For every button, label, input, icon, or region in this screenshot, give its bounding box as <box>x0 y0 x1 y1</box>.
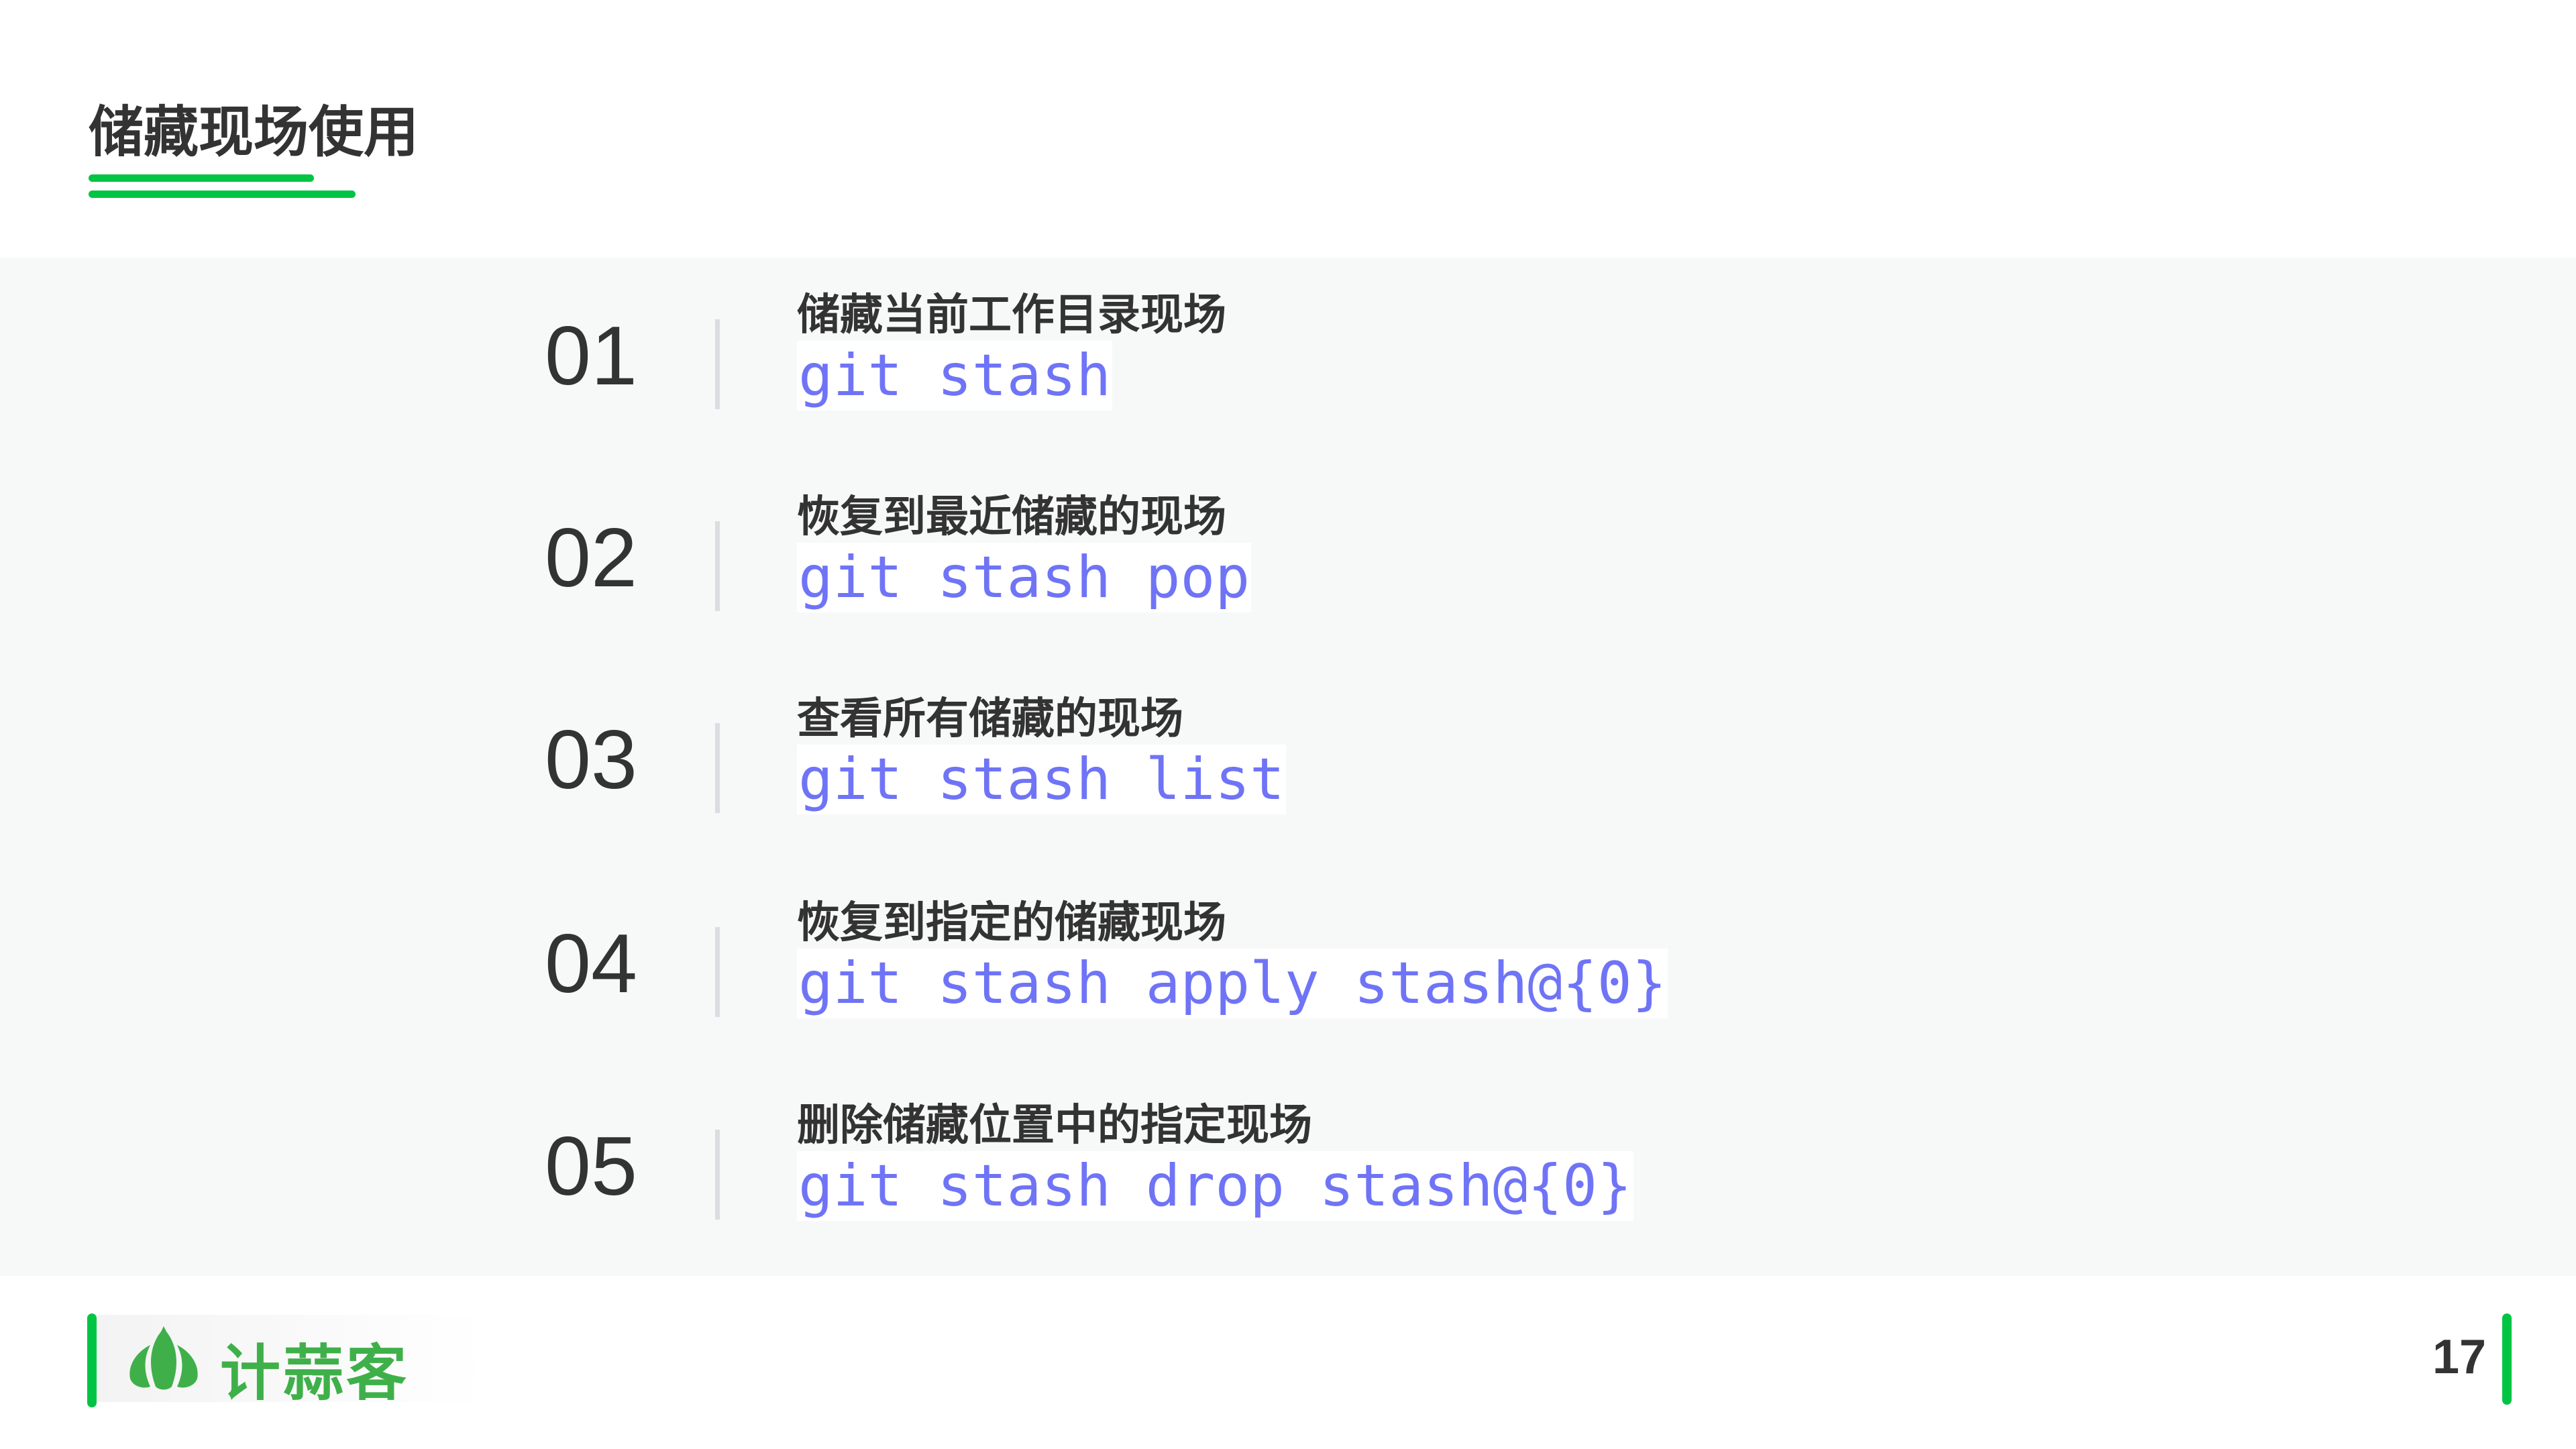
divider <box>715 1130 720 1220</box>
item-code: git stash drop stash@{0} <box>797 1151 1633 1221</box>
page-number: 17 <box>2432 1330 2487 1384</box>
divider <box>715 319 720 409</box>
item-code: git stash <box>797 341 1112 411</box>
divider <box>715 927 720 1017</box>
brand-logo: 计蒜客 <box>97 1315 486 1407</box>
item-heading: 恢复到最近储藏的现场 <box>797 492 1226 541</box>
item-heading: 删除储藏位置中的指定现场 <box>797 1101 1312 1149</box>
item-code: git stash apply stash@{0} <box>797 949 1668 1018</box>
item-code: git stash list <box>797 745 1286 814</box>
list-item: 02 恢复到最近储藏的现场 git stash pop <box>0 469 2576 670</box>
item-heading: 储藏当前工作目录现场 <box>797 290 1226 339</box>
item-number: 04 <box>545 918 637 1010</box>
title-underline <box>89 174 314 182</box>
footer-accent-bar <box>87 1313 97 1407</box>
item-number: 03 <box>545 714 637 806</box>
item-code: git stash pop <box>797 543 1252 612</box>
item-number: 05 <box>545 1120 637 1213</box>
divider <box>715 723 720 813</box>
page-title: 储藏现场使用 <box>89 102 419 163</box>
page-accent-bar <box>2502 1313 2512 1405</box>
item-heading: 恢复到指定的储藏现场 <box>797 898 1226 947</box>
item-heading: 查看所有储藏的现场 <box>797 694 1183 743</box>
item-number: 01 <box>545 310 637 402</box>
divider <box>715 521 720 611</box>
list-item: 05 删除储藏位置中的指定现场 git stash drop stash@{0} <box>0 1077 2576 1279</box>
list-item: 04 恢复到指定的储藏现场 git stash apply stash@{0} <box>0 875 2576 1076</box>
garlic-icon <box>129 1326 198 1390</box>
logo-text: 计蒜客 <box>220 1340 409 1407</box>
list-item: 01 储藏当前工作目录现场 git stash <box>0 267 2576 468</box>
title-underline-secondary <box>89 191 356 198</box>
item-number: 02 <box>545 512 637 604</box>
list-item: 03 查看所有储藏的现场 git stash list <box>0 671 2576 872</box>
